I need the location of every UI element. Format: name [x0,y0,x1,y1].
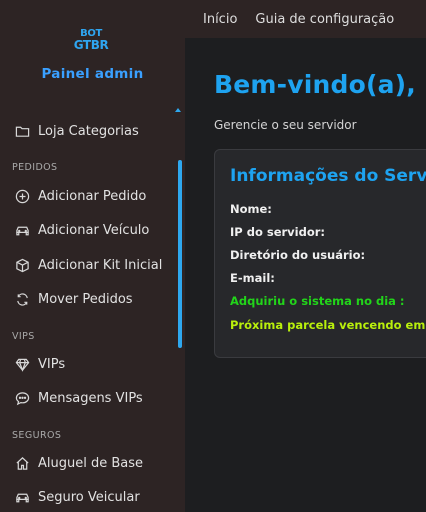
sidebar-item-mensagens-vips[interactable]: Mensagens VIPs [0,382,172,414]
main-content: Bem-vindo(a), Gerencie o seu servidor In… [185,38,426,512]
sidebar: BOT GTBR Painel admin Loja Categorias PE… [0,0,185,512]
refresh-icon [14,291,30,307]
nav-link-inicio[interactable]: Início [203,12,237,27]
plus-circle-icon [14,188,30,204]
field-adquiriu-sistema: Adquiriu o sistema no dia : [230,294,405,308]
car-icon [14,222,30,238]
sidebar-item-label: Adicionar Veículo [38,222,150,238]
sidebar-item-label: Seguro Veicular [38,489,140,505]
section-pedidos: PEDIDOS [12,162,58,173]
field-nome: Nome: [230,202,272,216]
section-vips: VIPS [12,331,35,342]
sidebar-item-label: Mensagens VIPs [38,390,143,406]
scroll-up-arrow[interactable] [175,108,181,112]
home-icon [14,455,30,471]
sidebar-item-label: VIPs [38,356,66,372]
field-email: E-mail: [230,271,275,285]
sidebar-item-label: Mover Pedidos [38,291,133,307]
sidebar-item-label: Adicionar Pedido [38,188,147,204]
top-nav: Início Guia de configuração [185,0,426,38]
brand-title: Painel admin [41,66,144,82]
sidebar-item-adicionar-kit-inicial[interactable]: Adicionar Kit Inicial [0,249,172,281]
box-icon [14,257,30,273]
sidebar-item-vips[interactable]: VIPs [0,348,172,380]
page-title: Bem-vindo(a), [214,70,416,99]
server-info-card: Informações do Servidor Nome: IP do serv… [214,149,426,358]
sidebar-item-loja-categorias[interactable]: Loja Categorias [0,115,172,147]
sidebar-item-seguro-veicular[interactable]: Seguro Veicular [0,481,172,512]
car-icon [14,489,30,505]
logo: BOT GTBR [70,29,112,55]
sidebar-item-adicionar-pedido[interactable]: Adicionar Pedido [0,180,172,212]
brand[interactable]: BOT GTBR Painel admin [0,24,185,88]
logo-text: BOT GTBR [70,29,112,52]
nav-link-guia-de-configuracao[interactable]: Guia de configuração [255,12,394,27]
sidebar-item-aluguel-de-base[interactable]: Aluguel de Base [0,447,172,479]
field-proxima-parcela: Próxima parcela vencendo em : [230,318,426,332]
sidebar-scrollbar[interactable] [178,160,182,348]
field-ip-servidor: IP do servidor: [230,225,326,239]
field-diretorio-usuario: Diretório do usuário: [230,248,366,262]
logo-line2: GTBR [73,38,109,52]
card-title: Informações do Servidor [230,166,426,186]
sidebar-item-adicionar-veiculo[interactable]: Adicionar Veículo [0,214,172,246]
page-subtitle: Gerencie o seu servidor [214,118,357,132]
folder-icon [14,123,30,139]
section-seguros: SEGUROS [12,430,62,441]
sidebar-item-label: Loja Categorias [38,123,139,139]
sidebar-item-mover-pedidos[interactable]: Mover Pedidos [0,283,172,315]
diamond-icon [14,356,30,372]
sidebar-item-label: Adicionar Kit Inicial [38,257,163,273]
sidebar-item-label: Aluguel de Base [38,455,144,471]
chat-icon [14,390,30,406]
